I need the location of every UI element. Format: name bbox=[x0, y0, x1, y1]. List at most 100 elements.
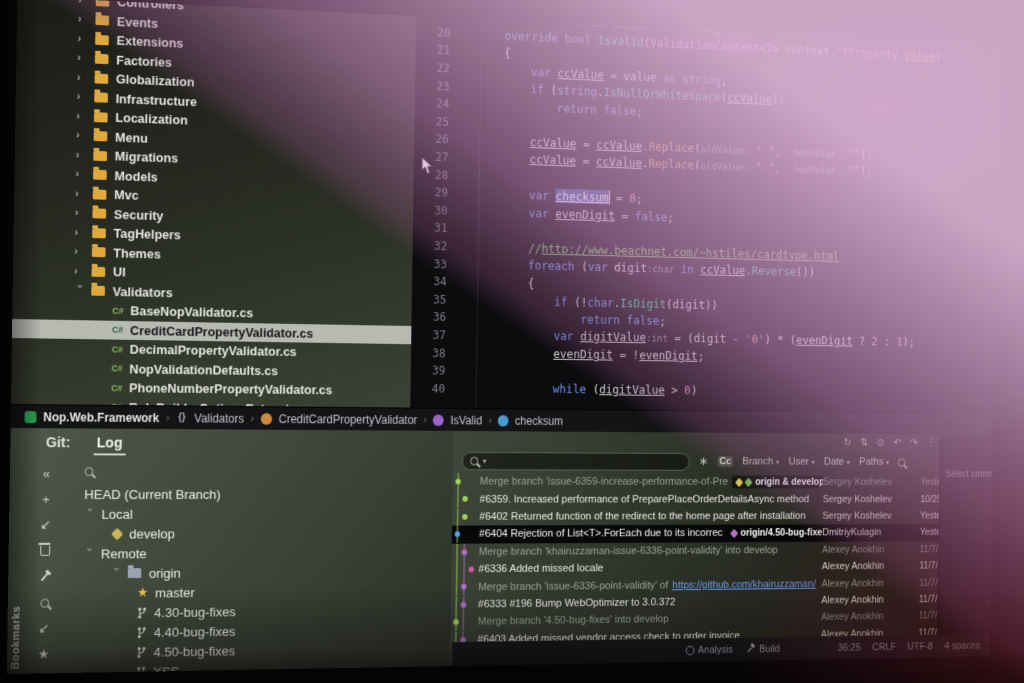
revert-icon[interactable]: ↙ bbox=[40, 518, 51, 532]
chevron-right-icon[interactable]: › bbox=[75, 226, 87, 238]
status-left-widgets: Analysis Build bbox=[686, 642, 780, 657]
tree-item-label: Menu bbox=[115, 130, 148, 146]
csharp-file-icon: C# bbox=[112, 325, 123, 335]
breadcrumb-item-checksum[interactable]: checksum bbox=[515, 414, 563, 428]
breadcrumb-item-creditcardpropertyvalidator[interactable]: CreditCardPropertyValidator bbox=[279, 412, 418, 427]
search-icon bbox=[470, 456, 478, 465]
go-to-hash-icon[interactable] bbox=[898, 458, 906, 466]
filter-paths[interactable]: Paths▾ bbox=[859, 457, 889, 468]
commit-author: Sergey Koshelev bbox=[822, 510, 920, 521]
commit-row[interactable]: Merge branch 'issue-6359-increase-perfor… bbox=[453, 473, 992, 491]
git-toolbar-rail: « + ↙ ↙ ★ bbox=[28, 458, 61, 674]
status-analysis[interactable]: Analysis bbox=[686, 643, 733, 657]
chevron-down-icon[interactable]: › bbox=[74, 285, 86, 297]
status-crlf[interactable]: CRLF bbox=[872, 641, 896, 652]
status-build[interactable]: Build bbox=[746, 642, 780, 656]
code-text: while (digitValue > 0) bbox=[472, 380, 697, 400]
branch-tree-panel: HEAD (Current Branch)›Localdevelop›Remot… bbox=[58, 458, 453, 674]
chevron-down-icon[interactable]: › bbox=[83, 548, 95, 560]
chevron-right-icon[interactable]: › bbox=[77, 71, 89, 83]
status-4-spaces[interactable]: 4 spaces bbox=[944, 640, 980, 651]
chevron-right-icon[interactable]: › bbox=[76, 149, 88, 161]
filter-date[interactable]: Date▾ bbox=[824, 456, 850, 467]
breadcrumb-item-nop-web-framework[interactable]: Nop.Web.Framework bbox=[43, 410, 159, 425]
method-icon bbox=[433, 414, 444, 426]
line-number: 40 bbox=[410, 381, 445, 395]
commit-message-link[interactable]: https://github.com/khairuzzaman/ bbox=[672, 578, 816, 591]
commit-graph-cell bbox=[451, 561, 478, 579]
commit-search-input[interactable]: ▾ bbox=[462, 452, 690, 471]
chevron-right-icon[interactable]: › bbox=[78, 0, 90, 7]
match-case-toggle[interactable]: Cc bbox=[718, 456, 734, 467]
branch-item-local[interactable]: ›Local bbox=[60, 504, 452, 524]
bookmarks-tab[interactable]: Bookmarks bbox=[10, 606, 23, 670]
folder-icon bbox=[94, 131, 108, 141]
collapse-icon[interactable]: « bbox=[43, 466, 50, 480]
git-log-side: ↻ ⇅ ⊙ ↶ ↷ ⋮ ▾ ∗ Cc Branch▾ User▾ Date▾ Paths▾ Me… bbox=[450, 431, 993, 666]
breadcrumb-separator: › bbox=[488, 415, 491, 426]
commit-message-text: Merge branch '4.50-bug-fixes' into devel… bbox=[478, 614, 669, 628]
regex-toggle-icon[interactable]: ∗ bbox=[699, 454, 709, 469]
more-icon[interactable]: ⋮ bbox=[927, 436, 936, 448]
search-icon[interactable] bbox=[40, 596, 49, 610]
commit-message-text: Merge branch 'issue-6359-increase-perfor… bbox=[480, 476, 728, 488]
redo-icon[interactable]: ↷ bbox=[910, 436, 918, 448]
chevron-right-icon[interactable]: › bbox=[77, 52, 89, 64]
chevron-right-icon[interactable]: › bbox=[75, 168, 87, 180]
trash-glyph bbox=[40, 546, 50, 556]
favorite-icon[interactable]: ★ bbox=[38, 647, 50, 661]
chevron-right-icon[interactable]: › bbox=[74, 246, 86, 258]
chevron-down-icon[interactable]: › bbox=[84, 508, 96, 520]
breadcrumb-item-validators[interactable]: Validators bbox=[194, 411, 244, 425]
build-hammer-icon bbox=[746, 643, 756, 656]
commit-message-text: #6359. Increased performance of PrepareP… bbox=[479, 494, 809, 505]
refresh-icon[interactable]: ↻ bbox=[843, 436, 851, 448]
commit-author: Alexey Anokhin bbox=[821, 594, 919, 606]
tree-item-label: Models bbox=[114, 168, 157, 184]
line-number: 23 bbox=[415, 78, 450, 93]
folder-icon bbox=[94, 112, 108, 122]
intellisort-icon[interactable]: ⊙ bbox=[877, 436, 885, 448]
chevron-down-icon[interactable]: › bbox=[110, 567, 122, 579]
code-text: { bbox=[477, 43, 511, 62]
filter-user[interactable]: User▾ bbox=[788, 456, 814, 467]
chevron-right-icon[interactable]: › bbox=[77, 91, 89, 103]
checkout-icon[interactable]: ↙ bbox=[38, 622, 49, 636]
breadcrumb-item-isvalid[interactable]: IsValid bbox=[450, 413, 482, 427]
code-editor[interactable]: 7 ext methods 7 exposing APIs20 override… bbox=[410, 16, 998, 413]
filter-branch[interactable]: Branch▾ bbox=[742, 456, 779, 467]
commit-row[interactable]: #6402 Returned function of the redirect … bbox=[452, 507, 992, 525]
undo-icon[interactable]: ↶ bbox=[894, 436, 902, 448]
status-36-25[interactable]: 36:25 bbox=[838, 642, 861, 653]
branch-label: develop bbox=[129, 526, 175, 541]
branch-search-row[interactable] bbox=[61, 458, 453, 484]
commit-author: Sergey Koshelev bbox=[823, 494, 921, 505]
status-utf-8[interactable]: UTF-8 bbox=[907, 641, 933, 652]
chevron-right-icon[interactable]: › bbox=[75, 188, 87, 200]
status-label: Analysis bbox=[698, 644, 733, 656]
pin-icon[interactable] bbox=[44, 570, 46, 584]
chevron-right-icon[interactable]: › bbox=[76, 110, 88, 122]
deep-traffic-icon[interactable]: ⇅ bbox=[860, 436, 868, 448]
chevron-right-icon[interactable]: › bbox=[74, 265, 86, 277]
chevron-right-icon[interactable]: › bbox=[75, 207, 87, 219]
main-split: ›Controllers›Events›Extensions›Factories… bbox=[11, 0, 998, 413]
chevron-right-icon[interactable]: › bbox=[78, 13, 90, 25]
branch-item-head-current-branch[interactable]: HEAD (Current Branch) bbox=[61, 484, 453, 504]
commit-row[interactable]: #6359. Increased performance of PrepareP… bbox=[452, 491, 992, 509]
mouse-cursor bbox=[421, 156, 434, 175]
branch-tree: HEAD (Current Branch)›Localdevelop›Remot… bbox=[58, 484, 453, 674]
line-number: 36 bbox=[411, 310, 446, 324]
add-icon[interactable]: + bbox=[42, 492, 50, 506]
folder-icon bbox=[96, 0, 110, 7]
tag-icon bbox=[730, 529, 738, 538]
chevron-right-icon[interactable]: › bbox=[78, 33, 90, 45]
branch-item-develop[interactable]: develop bbox=[60, 523, 452, 544]
commit-graph-cell bbox=[452, 543, 479, 561]
commit-graph-cell bbox=[452, 491, 479, 509]
chevron-right-icon[interactable]: › bbox=[76, 130, 88, 142]
tab-log[interactable]: Log bbox=[94, 432, 126, 456]
commit-author: Alexey Anokhin bbox=[822, 577, 920, 589]
line-number: 30 bbox=[413, 203, 448, 217]
delete-icon[interactable] bbox=[40, 544, 50, 558]
